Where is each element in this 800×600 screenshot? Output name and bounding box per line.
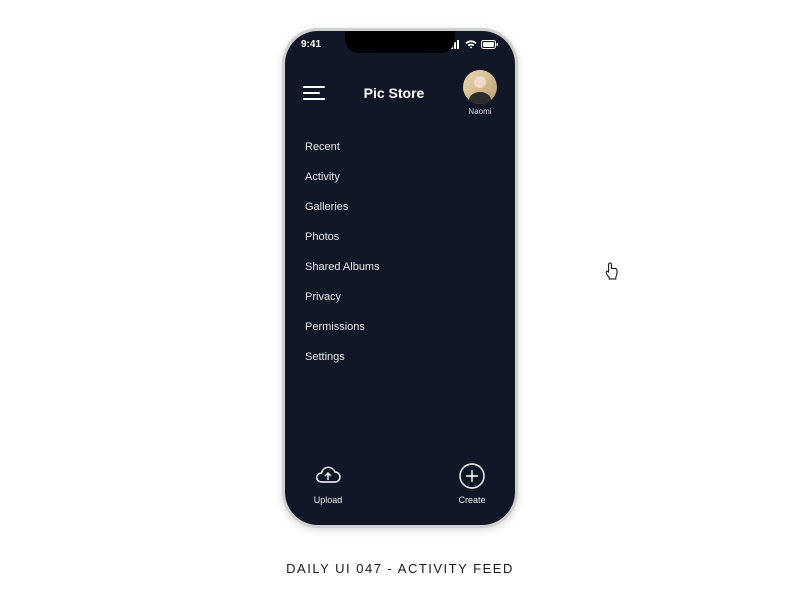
status-time: 9:41: [301, 39, 321, 50]
status-indicators: [448, 40, 499, 49]
phone-screen: 9:41 Pic Store Naomi Recent Activity Gal…: [285, 31, 515, 525]
page-caption: DAILY UI 047 - ACTIVITY FEED: [0, 561, 800, 576]
menu-icon[interactable]: [303, 86, 325, 100]
notch: [345, 31, 455, 53]
menu-item-activity[interactable]: Activity: [305, 171, 495, 183]
profile[interactable]: Naomi: [463, 70, 497, 116]
upload-button[interactable]: Upload: [313, 461, 343, 505]
menu-item-privacy[interactable]: Privacy: [305, 291, 495, 303]
menu-item-settings[interactable]: Settings: [305, 351, 495, 363]
app-title: Pic Store: [364, 85, 425, 101]
menu-item-recent[interactable]: Recent: [305, 141, 495, 153]
plus-circle-icon: [457, 461, 487, 491]
create-button[interactable]: Create: [457, 461, 487, 505]
menu-item-photos[interactable]: Photos: [305, 231, 495, 243]
create-label: Create: [458, 495, 485, 505]
cloud-upload-icon: [313, 461, 343, 491]
nav-menu: Recent Activity Galleries Photos Shared …: [305, 141, 495, 363]
phone-frame: 9:41 Pic Store Naomi Recent Activity Gal…: [282, 28, 518, 528]
menu-item-shared-albums[interactable]: Shared Albums: [305, 261, 495, 273]
app-header: Pic Store Naomi: [285, 67, 515, 119]
profile-name: Naomi: [468, 107, 491, 116]
battery-icon: [481, 40, 499, 49]
menu-item-galleries[interactable]: Galleries: [305, 201, 495, 213]
bottom-actions: Upload Create: [285, 461, 515, 505]
wifi-icon: [465, 40, 477, 49]
avatar[interactable]: [463, 70, 497, 104]
menu-item-permissions[interactable]: Permissions: [305, 321, 495, 333]
cursor-pointer-icon: [604, 262, 620, 285]
upload-label: Upload: [314, 495, 343, 505]
